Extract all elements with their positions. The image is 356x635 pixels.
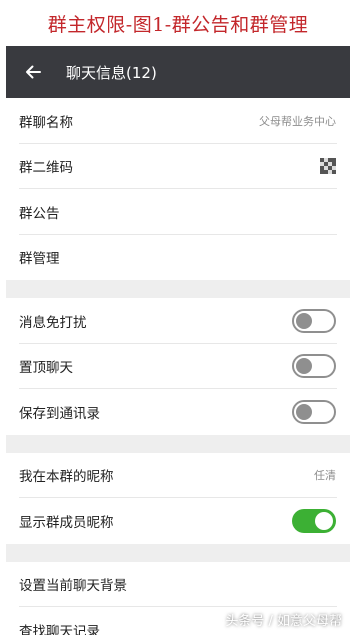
row-label: 显示群成员昵称 bbox=[19, 514, 114, 531]
row-label: 消息免打扰 bbox=[19, 314, 87, 331]
row-label: 群管理 bbox=[19, 251, 60, 268]
chat-background-row[interactable]: 设置当前聊天背景 bbox=[6, 562, 350, 608]
row-label: 群聊名称 bbox=[19, 114, 73, 131]
section-divider bbox=[6, 280, 350, 298]
mute-toggle[interactable] bbox=[292, 308, 336, 333]
my-nickname-row[interactable]: 我在本群的昵称 任清 bbox=[6, 453, 350, 499]
group-qr-row[interactable]: 群二维码 bbox=[6, 144, 350, 190]
group-name-row[interactable]: 群聊名称 父母帮业务中心 bbox=[6, 98, 350, 144]
show-nicknames-row: 显示群成员昵称 bbox=[6, 498, 350, 544]
mute-row: 消息免打扰 bbox=[6, 298, 350, 344]
pin-chat-toggle[interactable] bbox=[292, 354, 336, 379]
group-name-value: 父母帮业务中心 bbox=[259, 114, 336, 128]
arrow-left-icon bbox=[26, 65, 41, 79]
pin-chat-row: 置顶聊天 bbox=[6, 344, 350, 390]
section-divider bbox=[6, 543, 350, 562]
back-button[interactable] bbox=[20, 59, 46, 85]
group-notice-row[interactable]: 群公告 bbox=[6, 189, 350, 235]
page-caption: 群主权限-图1-群公告和群管理 bbox=[47, 13, 309, 36]
row-label: 置顶聊天 bbox=[19, 360, 73, 377]
row-label: 群二维码 bbox=[19, 160, 73, 177]
row-label: 我在本群的昵称 bbox=[19, 469, 114, 486]
row-label: 群公告 bbox=[19, 205, 60, 222]
settings-section: 消息免打扰 置顶聊天 保存到通讯录 bbox=[6, 298, 350, 435]
show-nicknames-toggle[interactable] bbox=[292, 508, 336, 533]
group-manage-row[interactable]: 群管理 bbox=[6, 235, 350, 281]
section-divider bbox=[6, 434, 350, 453]
row-label: 查找聊天记录 bbox=[19, 623, 100, 635]
group-info-section: 群聊名称 父母帮业务中心 群二维码 群公告 群管理 bbox=[6, 98, 350, 280]
phone-screen: 聊天信息(12) 群聊名称 父母帮业务中心 群二维码 群公告 群管理 消息免打扰 bbox=[6, 46, 350, 635]
qr-code-icon bbox=[320, 158, 336, 175]
page-title: 聊天信息(12) bbox=[66, 63, 157, 82]
save-contacts-toggle[interactable] bbox=[292, 399, 336, 424]
nickname-section: 我在本群的昵称 任清 显示群成员昵称 bbox=[6, 452, 350, 544]
app-bar: 聊天信息(12) bbox=[6, 46, 350, 98]
row-label: 设置当前聊天背景 bbox=[19, 578, 127, 595]
row-label: 保存到通讯录 bbox=[19, 405, 100, 422]
my-nickname-value: 任清 bbox=[314, 469, 336, 483]
save-contacts-row: 保存到通讯录 bbox=[6, 389, 350, 435]
watermark: 头条号 / 如意父母帮 bbox=[225, 614, 342, 629]
